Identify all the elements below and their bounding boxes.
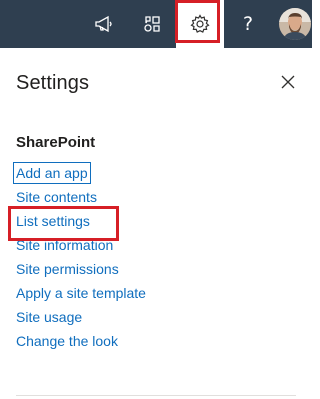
gear-icon [190, 14, 210, 33]
link-site-contents[interactable]: Site contents [16, 187, 97, 207]
settings-gear-button[interactable] [176, 0, 224, 48]
sharepoint-links-list: Add an app Site contents List settings S… [13, 162, 146, 355]
suite-header: ? [0, 0, 312, 48]
user-avatar[interactable] [279, 8, 311, 40]
section-heading-sharepoint: SharePoint [16, 134, 96, 151]
close-icon [281, 75, 295, 89]
link-add-an-app[interactable]: Add an app [13, 162, 91, 184]
help-icon: ? [242, 13, 254, 35]
link-site-permissions[interactable]: Site permissions [16, 259, 119, 279]
news-megaphone-button[interactable] [80, 0, 128, 48]
help-button[interactable]: ? [224, 0, 272, 48]
close-panel-button[interactable] [276, 70, 300, 94]
feedback-button[interactable] [128, 0, 176, 48]
link-apply-site-template[interactable]: Apply a site template [16, 283, 146, 303]
divider [16, 395, 296, 396]
link-site-information[interactable]: Site information [16, 235, 113, 255]
link-list-settings[interactable]: List settings [16, 211, 90, 231]
feedback-shapes-icon [144, 16, 160, 32]
panel-title: Settings [16, 72, 90, 94]
link-site-usage[interactable]: Site usage [16, 307, 82, 327]
megaphone-icon [95, 15, 112, 33]
link-change-the-look[interactable]: Change the look [16, 331, 118, 351]
